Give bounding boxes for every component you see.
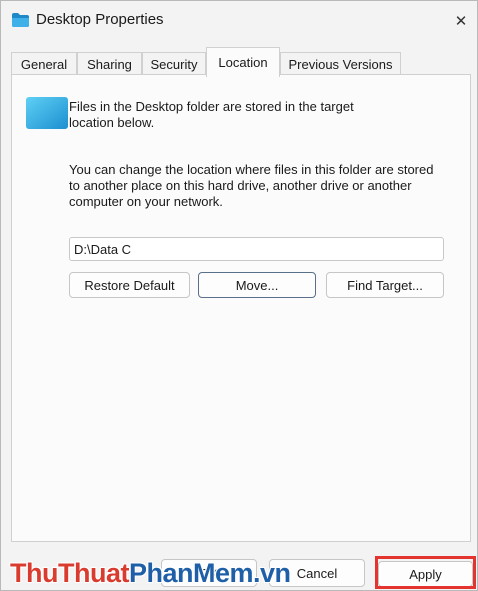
close-icon: ✕ <box>454 13 468 30</box>
folder-icon <box>26 97 68 129</box>
location-info-text: Files in the Desktop folder are stored i… <box>69 99 354 130</box>
tab-previous-versions[interactable]: Previous Versions <box>280 52 401 76</box>
close-button[interactable]: ✕ <box>447 9 475 33</box>
location-path-input[interactable] <box>69 237 444 261</box>
folder-icon <box>12 13 29 27</box>
tab-location[interactable]: Location <box>206 47 280 77</box>
restore-default-button[interactable]: Restore Default <box>69 272 190 298</box>
apply-button[interactable]: Apply <box>378 561 473 587</box>
move-button[interactable]: Move... <box>198 272 316 298</box>
tab-security[interactable]: Security <box>142 52 206 76</box>
location-description: You can change the location where files … <box>69 162 434 209</box>
title-bar: Desktop Properties ✕ <box>1 1 477 41</box>
properties-dialog: Desktop Properties ✕ General Sharing Sec… <box>0 0 478 591</box>
tab-general[interactable]: General <box>11 52 77 76</box>
find-target-button[interactable]: Find Target... <box>326 272 444 298</box>
tab-sharing[interactable]: Sharing <box>77 52 142 76</box>
location-panel: Files in the Desktop folder are stored i… <box>11 74 471 542</box>
window-title: Desktop Properties <box>36 11 164 28</box>
tab-strip: General Sharing Security Location Previo… <box>11 47 471 77</box>
watermark-logo: ThuThuatPhanMem.vn <box>10 558 291 588</box>
